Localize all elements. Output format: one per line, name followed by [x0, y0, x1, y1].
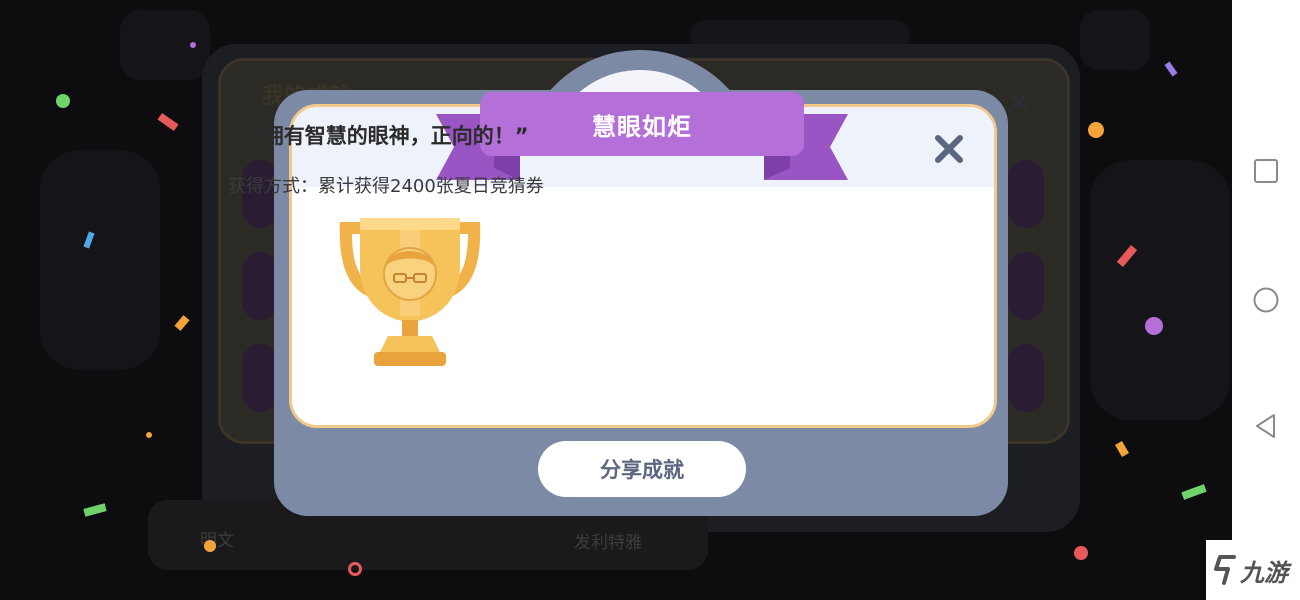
confetti	[190, 42, 196, 48]
watermark-logo-icon	[1214, 555, 1236, 585]
confetti	[348, 562, 362, 576]
watermark-text: 九游	[1240, 558, 1288, 587]
close-icon[interactable]	[930, 130, 968, 168]
achievement-quote: “你拥有智慧的眼神，正向的！”	[228, 124, 529, 148]
achievement-method: 获得方式：累计获得2400张夏日竞猜券	[228, 176, 544, 197]
back-icon[interactable]	[1250, 410, 1282, 442]
share-achievement-button[interactable]: 分享成就	[538, 441, 746, 497]
home-icon[interactable]	[1250, 284, 1282, 316]
list-item	[242, 344, 278, 412]
list-item	[242, 252, 278, 320]
system-nav-bar	[1232, 0, 1300, 600]
list-item	[1008, 344, 1044, 412]
recent-apps-icon[interactable]	[1250, 155, 1282, 187]
confetti	[1088, 122, 1104, 138]
list-item	[1008, 160, 1044, 228]
trophy-icon	[339, 218, 481, 366]
confetti	[1074, 546, 1088, 560]
panel-close-icon: ✕	[1006, 86, 1032, 121]
confetti	[146, 432, 152, 438]
tab-right: 发利特雅	[574, 533, 642, 553]
confetti	[204, 540, 216, 552]
watermark: 九游	[1206, 540, 1300, 600]
list-item	[1008, 252, 1044, 320]
confetti	[56, 94, 70, 108]
confetti	[1145, 317, 1163, 335]
